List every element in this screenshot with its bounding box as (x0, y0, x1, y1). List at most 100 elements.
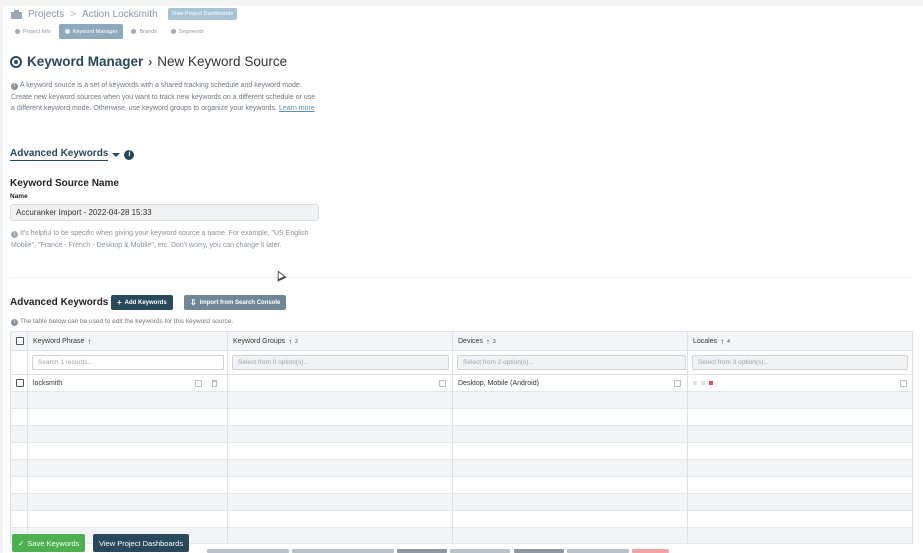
import-search-console-button[interactable]: ⇩ Import from Search Console (184, 295, 287, 310)
edit-icon[interactable] (674, 380, 681, 387)
sort-up-icon[interactable]: ↑ (87, 337, 91, 346)
tab-project-info[interactable]: Project Info (9, 24, 57, 39)
source-name-hint: i It's helpful to be specific when giving… (11, 228, 316, 251)
hint-text: It's helpful to be specific when giving … (11, 230, 309, 249)
hidden-tab[interactable] (450, 549, 510, 553)
empty-row (11, 460, 912, 477)
target-icon (64, 29, 70, 34)
tab-label: Segments (178, 28, 204, 35)
hidden-tab[interactable] (567, 549, 629, 553)
col-divider (227, 332, 228, 543)
devices-filter-select[interactable]: Select from 2 option(s)... (457, 355, 686, 370)
project-tabs: Project Info Keyword Manager Brands Segm… (9, 24, 210, 39)
keywords-table: Keyword Phrase ↑ Keyword Groups ↑ 2 Devices… (10, 331, 913, 544)
info-icon: i (11, 231, 18, 238)
info-icon (15, 29, 20, 34)
phrase-search-input[interactable]: Search 1 records... (32, 355, 224, 370)
learn-more-link[interactable]: Learn more (279, 105, 315, 112)
save-label: Save Keywords (27, 538, 80, 548)
plus-icon: + (117, 297, 122, 307)
empty-row (11, 443, 912, 460)
intro-text: iA keyword source is a set of keywords w… (11, 80, 316, 115)
tab-segments[interactable]: Segments (165, 24, 210, 39)
title-keyword-manager[interactable]: Keyword Manager (27, 54, 143, 69)
breadcrumb-projects[interactable]: Projects (28, 9, 64, 20)
tab-keyword-manager[interactable]: Keyword Manager (58, 24, 124, 39)
add-keywords-button[interactable]: + Add Keywords (111, 295, 173, 310)
col-label: Locales (693, 338, 718, 345)
table-note: i The table below can be used to edit the… (11, 318, 233, 326)
col-label: Keyword Phrase (33, 338, 85, 345)
hidden-tab[interactable] (207, 549, 289, 553)
check-icon: ✓ (18, 538, 25, 548)
select-all-checkbox[interactable] (16, 337, 24, 345)
view-dashboards-pill[interactable]: View Project Dashboards (167, 8, 238, 20)
view-dashboards-button[interactable]: View Project Dashboards (93, 534, 190, 552)
empty-row (11, 494, 912, 511)
projects-icon (11, 9, 22, 19)
target-icon (10, 55, 22, 68)
flag-icon (701, 381, 705, 385)
row-checkbox[interactable] (16, 379, 24, 387)
advanced-keywords-heading: Advanced Keywords (10, 297, 109, 308)
brand-icon (131, 29, 137, 34)
flag-icon (693, 381, 697, 385)
chevron-right-icon: > (70, 8, 76, 20)
col-divider (27, 332, 28, 543)
hidden-tab[interactable] (397, 549, 447, 553)
table-row[interactable]: locksmith Desktop, Mobile (Android) (11, 375, 912, 392)
col-divider (687, 332, 688, 543)
col-locales[interactable]: Locales ↑ 4 (688, 332, 730, 351)
cell-phrase[interactable]: locksmith (28, 375, 62, 391)
locales-filter-select[interactable]: Select from 3 option(s)... (692, 355, 908, 370)
empty-row (11, 511, 912, 528)
sort-up-icon[interactable]: ↑ (486, 337, 490, 346)
source-name-input[interactable]: Accuranker Import - 2022-04-28 15:33 (10, 204, 319, 221)
caret-down-icon (112, 152, 121, 157)
cell-devices[interactable]: Desktop, Mobile (Android) (453, 375, 539, 391)
info-icon: i (11, 83, 18, 90)
tab-label: Brands (139, 28, 157, 35)
breadcrumb: Projects > Action Locksmith View Project… (11, 8, 238, 20)
sort-order: 4 (727, 338, 730, 345)
col-devices[interactable]: Devices ↑ 3 (453, 332, 496, 351)
save-keywords-button[interactable]: ✓ Save Keywords (12, 534, 86, 552)
sort-up-icon[interactable]: ↑ (720, 337, 724, 346)
edit-icon[interactable] (195, 380, 202, 387)
advanced-keywords-toggle[interactable]: Advanced Keywords i (10, 148, 135, 161)
cell-groups[interactable] (228, 375, 233, 391)
empty-row (11, 477, 912, 494)
segments-icon (170, 29, 176, 34)
info-icon[interactable]: i (124, 149, 135, 160)
page-title: Keyword Manager › New Keyword Source (10, 54, 287, 69)
table-note-text: The table below can be used to edit the … (20, 318, 234, 325)
hidden-tab[interactable] (514, 549, 564, 553)
name-label: Name (10, 193, 28, 200)
chevron-right-icon: › (148, 54, 153, 69)
col-label: Devices (458, 338, 483, 345)
groups-filter-select[interactable]: Select from 0 option(s)... (232, 355, 449, 370)
empty-row (11, 409, 912, 426)
source-name-heading: Keyword Source Name (10, 178, 119, 189)
import-label: Import from Search Console (199, 299, 281, 306)
info-icon: i (11, 319, 18, 326)
edit-icon[interactable] (439, 380, 446, 387)
hidden-tab[interactable] (292, 549, 394, 553)
tab-brands[interactable]: Brands (125, 24, 162, 39)
title-new-source: New Keyword Source (157, 54, 288, 69)
view-dashboards-label: View Project Dashboards (99, 538, 184, 548)
trash-icon[interactable] (212, 380, 217, 387)
breadcrumb-project-name[interactable]: Action Locksmith (82, 9, 158, 20)
col-label: Keyword Groups (233, 338, 286, 345)
empty-row (11, 392, 912, 409)
hidden-tab[interactable] (632, 549, 669, 553)
sort-up-icon[interactable]: ↑ (288, 337, 292, 346)
col-divider (452, 332, 453, 543)
col-keyword-phrase[interactable]: Keyword Phrase ↑ (28, 332, 91, 351)
intro-body: A keyword source is a set of keywords wi… (11, 82, 316, 112)
col-keyword-groups[interactable]: Keyword Groups ↑ 2 (228, 332, 298, 351)
cell-locales[interactable] (688, 375, 717, 391)
import-icon: ⇩ (190, 297, 197, 307)
advanced-keywords-label: Advanced Keywords (10, 148, 109, 161)
edit-icon[interactable] (900, 380, 907, 387)
